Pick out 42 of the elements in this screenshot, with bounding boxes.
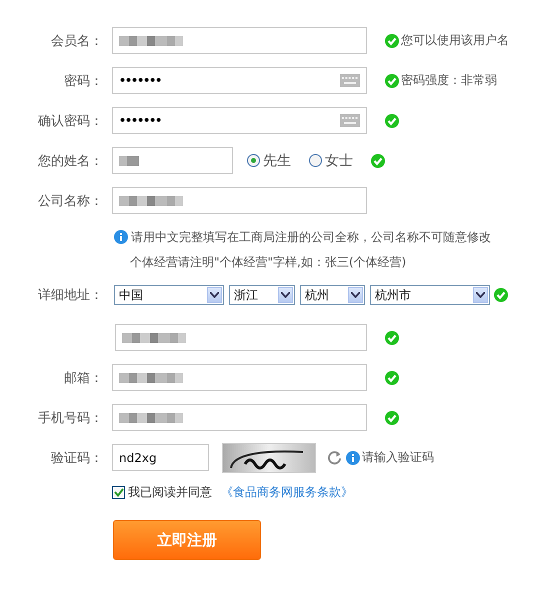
select-dropdown[interactable]: 中国 bbox=[114, 285, 224, 305]
caret-icon bbox=[476, 292, 485, 298]
keyboard-icon[interactable] bbox=[340, 114, 360, 127]
caret-icon bbox=[351, 292, 360, 298]
input-field[interactable] bbox=[112, 364, 367, 391]
input-field[interactable] bbox=[112, 187, 367, 214]
field-label: 详细地址： bbox=[38, 287, 103, 304]
field-label: 密码： bbox=[64, 72, 103, 90]
input-field[interactable]: ••••••• bbox=[112, 107, 367, 134]
refresh-icon[interactable] bbox=[327, 450, 342, 465]
checkbox[interactable] bbox=[112, 486, 125, 499]
field-label: 会员名： bbox=[51, 32, 103, 50]
field-label: 邮箱： bbox=[64, 370, 103, 386]
status-text: 请输入验证码 bbox=[362, 449, 434, 466]
status-text: 您可以使用该用户名 bbox=[401, 32, 509, 49]
check-icon bbox=[114, 488, 124, 497]
info-icon bbox=[114, 230, 128, 244]
field-label: 验证码： bbox=[51, 450, 103, 466]
field-label: 您的姓名： bbox=[38, 152, 103, 170]
status-text: 密码强度：非常弱 bbox=[401, 72, 497, 89]
hint-text: 个体经营请注明"个体经营"字样,如：张三(个体经营) bbox=[130, 254, 406, 270]
select-dropdown[interactable]: 杭州 bbox=[300, 285, 365, 305]
caret-icon bbox=[210, 292, 219, 298]
info-icon bbox=[346, 450, 360, 464]
input-field[interactable] bbox=[112, 147, 233, 174]
field-label: 手机号码： bbox=[38, 410, 103, 426]
select-dropdown[interactable]: 杭州市 bbox=[370, 285, 490, 305]
select-dropdown[interactable]: 浙江 bbox=[229, 285, 295, 305]
input-field[interactable]: nd2xg bbox=[112, 444, 209, 471]
agreement-text: 我已阅读并同意 bbox=[128, 484, 212, 501]
field-label: 公司名称： bbox=[38, 192, 103, 210]
keyboard-icon[interactable] bbox=[340, 74, 360, 87]
input-field[interactable] bbox=[112, 404, 367, 431]
radio-option[interactable]: 女士 bbox=[309, 152, 353, 170]
input-field[interactable] bbox=[115, 324, 367, 351]
terms-link[interactable]: 《食品商务网服务条款》 bbox=[221, 484, 353, 501]
caret-icon bbox=[281, 292, 290, 298]
hint-text: 请用中文完整填写在工商局注册的公司全称，公司名称不可随意修改 bbox=[131, 228, 491, 246]
radio-option[interactable]: 先生 bbox=[247, 152, 291, 170]
field-label: 确认密码： bbox=[38, 112, 103, 130]
input-field[interactable]: ••••••• bbox=[112, 67, 367, 94]
input-field[interactable] bbox=[112, 27, 367, 54]
